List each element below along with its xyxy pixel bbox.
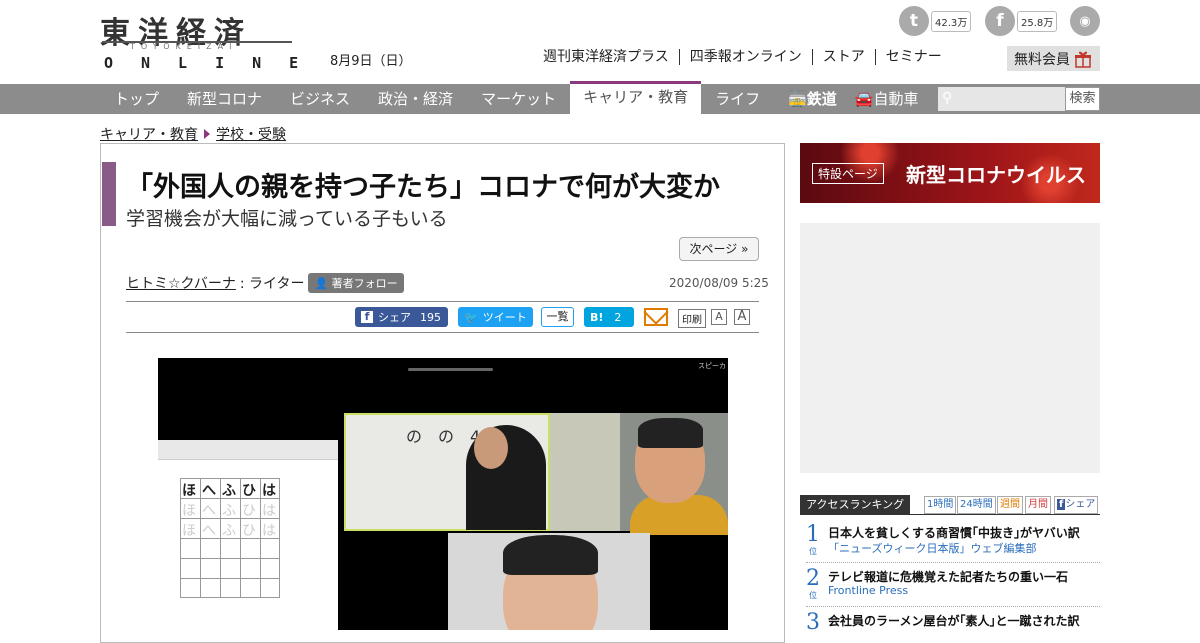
worksheet-kana: ほへふひは — [182, 483, 282, 499]
search-input[interactable] — [938, 87, 1065, 111]
nav-covid[interactable]: 新型コロナ — [173, 84, 276, 114]
banner-tag: 特設ページ — [812, 163, 884, 184]
rank-title[interactable]: 会社員のラーメン屋台が｢素人｣と一蹴された訳 — [828, 612, 1080, 629]
breadcrumb-school-exam[interactable]: 学校・受験 — [216, 124, 286, 144]
rss-link[interactable]: ◉ — [1070, 6, 1100, 36]
article-title: 「外国人の親を持つ子たち」コロナで何が大変か — [126, 172, 720, 203]
tweet-button[interactable]: 🐦 ツイート — [458, 307, 533, 327]
ranking-item[interactable]: 3 会社員のラーメン屋台が｢素人｣と一蹴された訳 — [806, 610, 1100, 630]
nav-life[interactable]: ライフ — [701, 84, 774, 114]
author-name[interactable]: ヒトミ☆クバーナ — [126, 273, 236, 293]
ranking-tab-1h[interactable]: 1時間 — [924, 496, 957, 514]
author-line: ヒトミ☆クバーナ : ライター 👤 著者フォロー — [126, 273, 404, 293]
next-page-button[interactable]: 次ページ » — [679, 237, 759, 261]
facebook-share-button[interactable]: f シェア 195 — [355, 307, 448, 327]
nav-automobile[interactable]: 🚘自動車 — [851, 84, 933, 114]
publish-date: 2020/08/09 5:25 — [669, 276, 769, 290]
rank-source: 「ニューズウィーク日本版」ウェブ編集部 — [828, 542, 1037, 555]
shared-worksheet: ほへふひは ほへふひは ほへふひは — [158, 440, 338, 630]
covid-special-banner[interactable]: 特設ページ 新型コロナウイルス — [800, 143, 1100, 203]
logo-online: ONLINE — [104, 54, 327, 72]
link-store[interactable]: ストア — [811, 49, 875, 65]
person-icon: 👤 — [314, 277, 329, 290]
link-shikiho-online[interactable]: 四季報オンライン — [678, 49, 812, 65]
font-size-large-button[interactable]: A — [734, 309, 750, 325]
nav-market[interactable]: マーケット — [467, 84, 570, 114]
twitter-follow[interactable]: t 42.3万 — [899, 6, 972, 36]
hatena-bookmark-button[interactable]: B! 2 — [584, 307, 634, 327]
train-icon: 🚋 — [788, 90, 807, 108]
video-tile-boy — [550, 413, 728, 535]
car-icon: 🚘 — [854, 90, 874, 108]
ranking-item[interactable]: 1 位 日本人を貧しくする商習慣｢中抜き｣がヤバい訳 「ニューズウィーク日本版」… — [806, 522, 1100, 566]
article-subtitle: 学習機会が大幅に減っている子もいる — [126, 208, 448, 230]
nav-business[interactable]: ビジネス — [276, 84, 364, 114]
ranking-tab-month[interactable]: 月間 — [1025, 496, 1051, 514]
global-nav: トップ 新型コロナ ビジネス 政治・経済 マーケット キャリア・教育 ライフ 🚋… — [100, 81, 933, 114]
video-tile-teacher: の の 4/2 — [344, 413, 550, 531]
logo-romaji: TOYOKEIZAI — [130, 42, 238, 51]
rank-number: 3 — [806, 610, 820, 630]
nav-top[interactable]: トップ — [100, 84, 173, 114]
ranking-tab-week[interactable]: 週間 — [997, 496, 1023, 514]
link-seminar[interactable]: セミナー — [874, 49, 952, 65]
nav-politics-economy[interactable]: 政治・経済 — [364, 84, 467, 114]
author-follow-button[interactable]: 👤 著者フォロー — [308, 273, 404, 293]
link-shukan-toyokeizai-plus[interactable]: 週刊東洋経済プラス — [543, 49, 679, 65]
mail-icon[interactable] — [644, 308, 668, 326]
ranking-tab-24h[interactable]: 24時間 — [957, 496, 996, 514]
breadcrumb-career-education[interactable]: キャリア・教育 — [100, 124, 198, 144]
print-button[interactable]: 印刷 — [678, 309, 706, 328]
tweet-list-button[interactable]: 一覧 — [541, 307, 574, 327]
facebook-follow[interactable]: f 25.8万 — [985, 6, 1058, 36]
ad-slot — [800, 223, 1100, 473]
ranking-header: アクセスランキング 1時間 24時間 週間 月間 f シェア — [800, 495, 1100, 515]
ranking-item[interactable]: 2 位 テレビ報道に危機覚えた記者たちの重い一石 Frontline Press — [806, 566, 1100, 610]
free-member-button[interactable]: 無料会員 — [1007, 46, 1100, 71]
breadcrumb: キャリア・教育 学校・受験 — [100, 124, 286, 144]
author-role: : ライター — [239, 276, 305, 292]
banner-text: 新型コロナウイルス — [906, 163, 1086, 187]
facebook-count: 25.8万 — [1017, 10, 1058, 32]
rank-number: 2 — [806, 566, 820, 591]
nav-career-education[interactable]: キャリア・教育 — [570, 81, 702, 114]
member-label: 無料会員 — [1014, 51, 1070, 68]
speaker-view-label: スピーカ — [698, 362, 726, 370]
header-links: 週刊東洋経済プラス 四季報オンライン ストア セミナー — [543, 49, 952, 65]
hatena-icon: B! — [590, 310, 604, 324]
gift-icon — [1075, 51, 1091, 68]
rss-icon: ◉ — [1070, 6, 1100, 36]
twitter-icon: 🐦 — [464, 310, 478, 324]
rank-title[interactable]: 日本人を貧しくする商習慣｢中抜き｣がヤバい訳 — [828, 524, 1080, 541]
twitter-icon: t — [899, 6, 929, 36]
search-button[interactable]: 検索 — [1065, 87, 1100, 111]
video-tile-child — [448, 533, 650, 630]
font-size-small-button[interactable]: A — [711, 309, 727, 325]
ranking-title: アクセスランキング — [800, 495, 911, 515]
rank-number: 1 — [806, 522, 820, 547]
rank-title[interactable]: テレビ報道に危機覚えた記者たちの重い一石 — [828, 568, 1068, 585]
title-accent-bar — [102, 162, 116, 226]
ranking-tab-share[interactable]: f シェア — [1054, 496, 1099, 514]
nav-railway[interactable]: 🚋鉄道 — [774, 84, 851, 114]
site-logo[interactable]: 東洋経済 TOYOKEIZAI ONLINE — [100, 8, 298, 72]
facebook-icon: f — [985, 6, 1015, 36]
facebook-icon: f — [361, 311, 373, 323]
search-icon: ⚲ — [942, 90, 953, 106]
article-photo: スピーカ ほへふひは ほへふひは ほへふひは の の 4/2 — [158, 358, 728, 630]
rank-source: Frontline Press — [828, 584, 909, 597]
breadcrumb-separator-icon — [204, 129, 210, 139]
twitter-count: 42.3万 — [931, 10, 972, 32]
current-date: 8月9日（日） — [330, 54, 412, 69]
